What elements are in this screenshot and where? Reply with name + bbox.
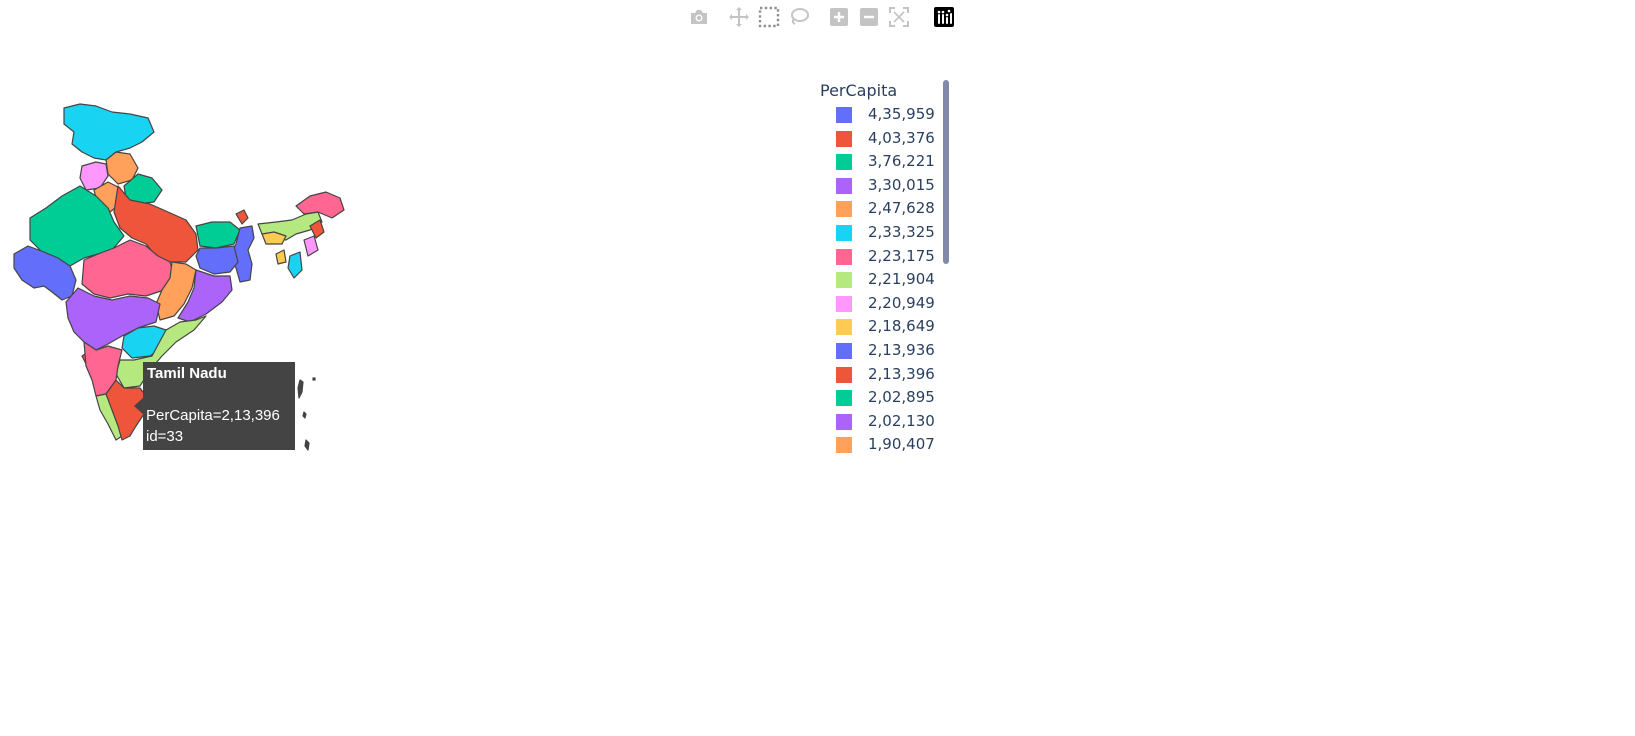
legend-label: 2,13,396 bbox=[868, 364, 935, 383]
hover-title: Tamil Nadu bbox=[147, 365, 227, 382]
legend-item[interactable]: 2,21,904 bbox=[820, 269, 940, 293]
legend-label: 2,18,649 bbox=[868, 317, 935, 336]
region-manipur[interactable] bbox=[303, 235, 319, 257]
hover-tooltip: Tamil Nadu PerCapita=2,13,396 id=33 bbox=[143, 362, 295, 450]
lasso-select-icon[interactable] bbox=[788, 6, 810, 28]
legend-label: 2,13,936 bbox=[868, 341, 935, 359]
region-sikkim[interactable] bbox=[235, 209, 249, 225]
legend-item[interactable]: 3,76,221 bbox=[820, 151, 940, 175]
legend-item[interactable]: 4,35,959 bbox=[820, 104, 940, 128]
region-bihar[interactable] bbox=[195, 221, 241, 249]
modebar bbox=[688, 4, 958, 28]
region-andaman-nicobar[interactable] bbox=[297, 379, 310, 451]
legend-label: 2,33,325 bbox=[868, 223, 935, 241]
legend-label: 2,02,895 bbox=[868, 388, 935, 407]
legend-item[interactable]: 2,47,628 bbox=[820, 198, 940, 222]
legend-item[interactable]: 2,13,936 bbox=[820, 340, 940, 364]
legend-scrollbar[interactable] bbox=[943, 80, 949, 264]
zoom-in-icon[interactable] bbox=[828, 6, 850, 28]
legend-swatch bbox=[836, 295, 852, 312]
legend-item[interactable]: 1,90,407 bbox=[820, 434, 940, 458]
legend-title: PerCapita bbox=[820, 81, 898, 100]
zoom-out-icon[interactable] bbox=[858, 6, 880, 28]
legend-label: 1,90,407 bbox=[868, 435, 935, 454]
plotly-logo-icon[interactable] bbox=[933, 6, 955, 28]
region-lakshadweep[interactable] bbox=[312, 377, 316, 381]
region-mizoram[interactable] bbox=[287, 251, 303, 279]
legend-label: 2,02,130 bbox=[868, 411, 935, 430]
camera-icon[interactable] bbox=[688, 6, 710, 28]
legend-label: 2,23,175 bbox=[868, 246, 935, 265]
pan-icon[interactable] bbox=[728, 6, 750, 28]
legend-label: 3,76,221 bbox=[868, 152, 935, 171]
legend-item[interactable]: 2,02,895 bbox=[820, 387, 940, 411]
legend-swatch bbox=[836, 201, 852, 218]
legend-item[interactable]: 2,23,175 bbox=[820, 246, 940, 270]
box-select-icon[interactable] bbox=[758, 6, 780, 28]
hover-id: id=33 bbox=[146, 428, 184, 445]
legend-swatch bbox=[836, 130, 852, 147]
legend-item[interactable]: 4,03,376 bbox=[820, 128, 940, 152]
legend-swatch bbox=[836, 319, 852, 336]
legend-swatch bbox=[836, 177, 852, 194]
region-arunachal-pradesh[interactable] bbox=[295, 191, 345, 219]
legend-label: 3,30,015 bbox=[868, 175, 935, 194]
legend-swatch bbox=[836, 343, 852, 359]
legend-swatch bbox=[836, 366, 852, 383]
legend-item[interactable]: 2,33,325 bbox=[820, 222, 940, 246]
legend-swatch bbox=[836, 272, 852, 289]
legend-item[interactable]: 2,20,949 bbox=[820, 293, 940, 317]
legend-swatch bbox=[836, 225, 852, 241]
legend-label: 2,21,904 bbox=[868, 270, 935, 289]
legend-label: 2,20,949 bbox=[868, 293, 935, 312]
legend-item[interactable]: 3,30,015 bbox=[820, 175, 940, 199]
hover-percapita: PerCapita=2,13,396 bbox=[146, 407, 280, 424]
legend-swatch bbox=[836, 107, 852, 123]
legend-swatch bbox=[836, 413, 852, 430]
legend-item[interactable]: 2,13,396 bbox=[820, 364, 940, 388]
legend-label: 4,35,959 bbox=[868, 105, 935, 123]
reset-view-icon[interactable] bbox=[888, 6, 910, 28]
legend-label: 4,03,376 bbox=[868, 128, 935, 147]
region-jammu-kashmir[interactable] bbox=[63, 103, 155, 161]
legend-item[interactable]: 2,02,130 bbox=[820, 411, 940, 435]
region-tripura[interactable] bbox=[275, 249, 287, 265]
legend-label: 2,47,628 bbox=[868, 199, 935, 218]
legend-swatch bbox=[836, 437, 852, 454]
legend: PerCapita 4,35,959 4,03,376 3,76,221 3,30,0… bbox=[820, 76, 960, 466]
legend-swatch bbox=[836, 248, 852, 265]
legend-swatch bbox=[836, 154, 852, 171]
legend-item[interactable]: 2,18,649 bbox=[820, 316, 940, 340]
region-jharkhand[interactable] bbox=[195, 245, 239, 275]
legend-swatch bbox=[836, 390, 852, 407]
